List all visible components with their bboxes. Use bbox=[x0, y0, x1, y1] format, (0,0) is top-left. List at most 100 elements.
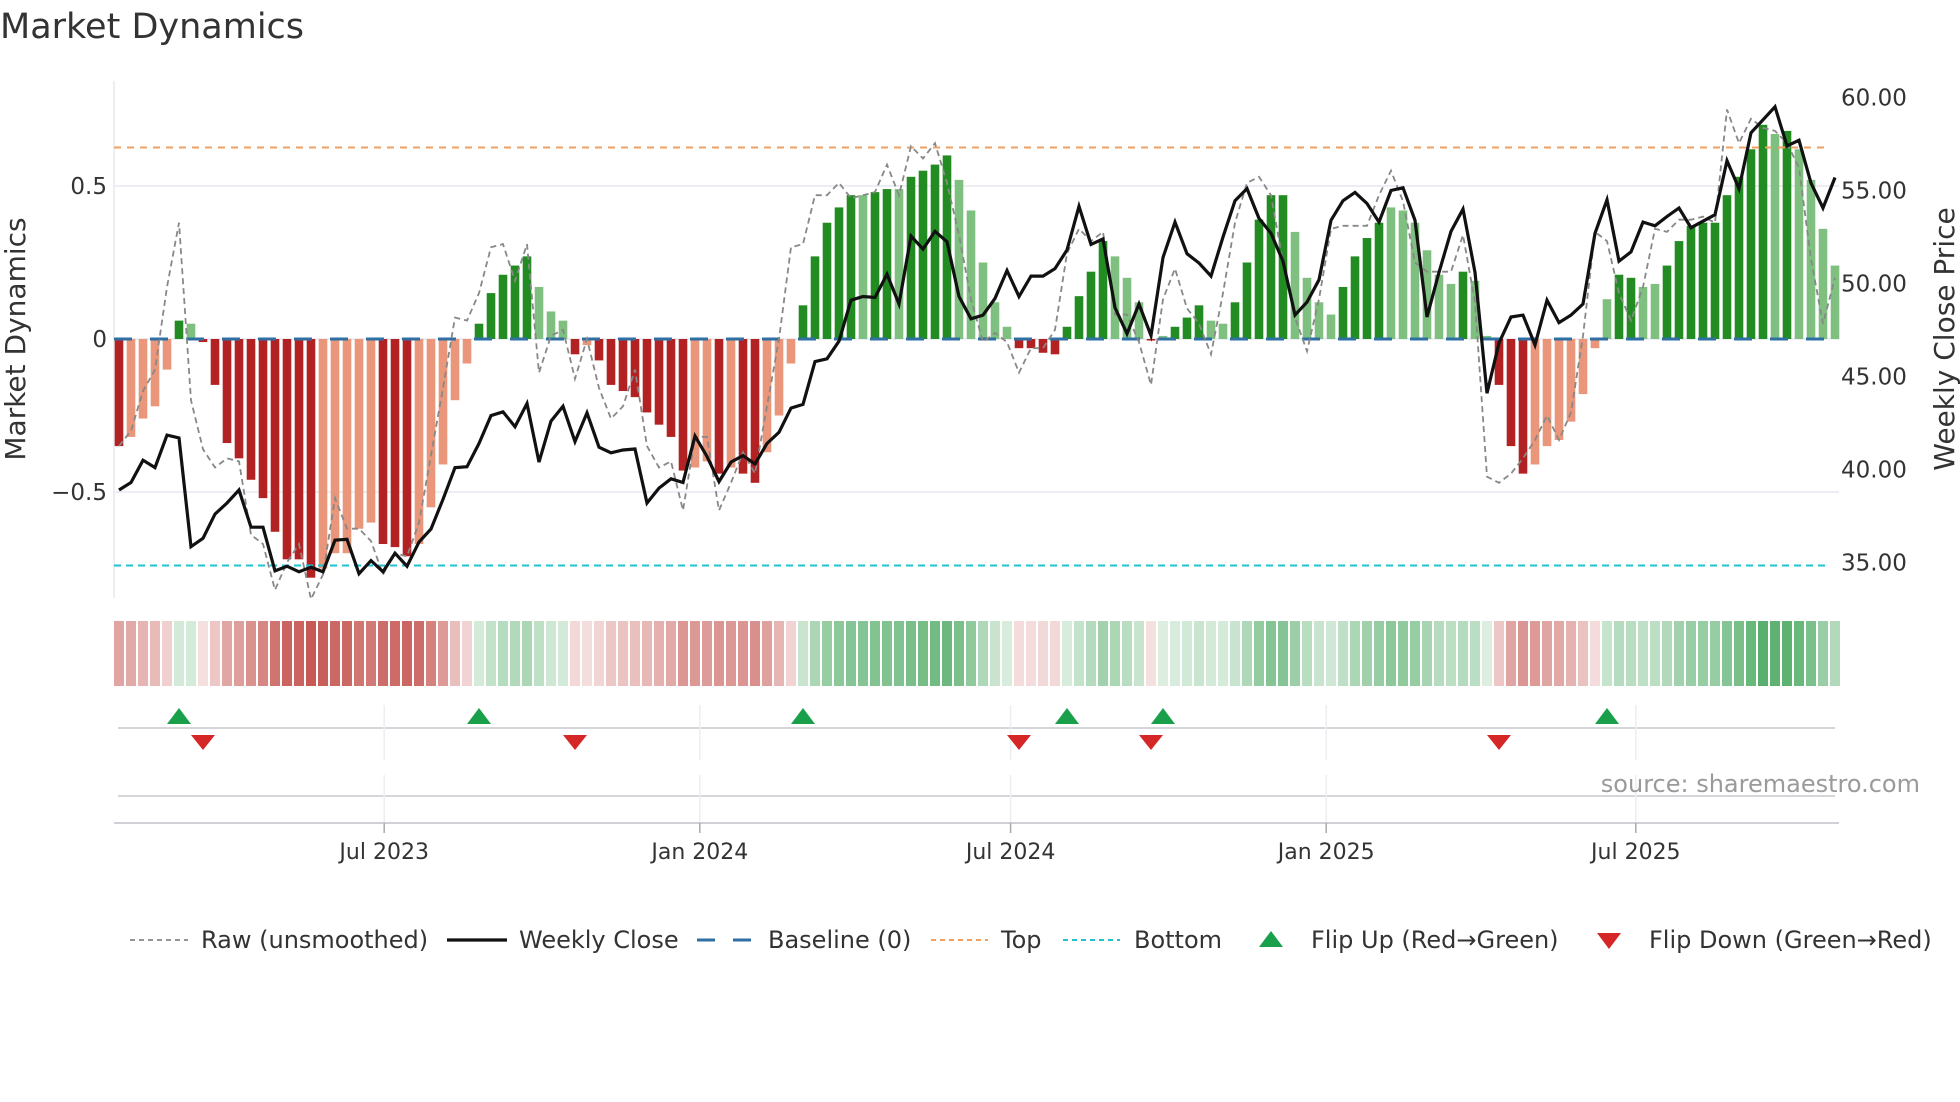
momentum-bar bbox=[1362, 238, 1372, 339]
momentum-bar bbox=[594, 339, 604, 361]
momentum-bar bbox=[1686, 225, 1696, 339]
heat-cell bbox=[1578, 621, 1588, 686]
momentum-bar bbox=[150, 339, 160, 407]
heat-cell bbox=[1698, 621, 1708, 686]
momentum-bars bbox=[114, 124, 1840, 578]
momentum-bar bbox=[978, 262, 988, 339]
heat-cell bbox=[822, 621, 832, 686]
heat-cell bbox=[402, 621, 412, 686]
heat-cell bbox=[762, 621, 772, 686]
heat-cell bbox=[1098, 621, 1108, 686]
heat-cell bbox=[438, 621, 448, 686]
heat-cell bbox=[450, 621, 460, 686]
heat-cell bbox=[126, 621, 136, 686]
heat-cell bbox=[150, 621, 160, 686]
flip-up-marker bbox=[1595, 708, 1619, 724]
heat-cell bbox=[798, 621, 808, 686]
momentum-bar bbox=[1782, 130, 1792, 339]
momentum-bar bbox=[858, 195, 868, 339]
right-tick-label: 60.00 bbox=[1841, 86, 1907, 112]
flip-down-marker bbox=[563, 735, 587, 750]
legend-label-close: Weekly Close bbox=[519, 926, 679, 954]
momentum-bar bbox=[114, 339, 124, 447]
momentum-bar bbox=[1602, 299, 1612, 339]
left-tick-label: −0.5 bbox=[51, 480, 107, 506]
momentum-bar bbox=[642, 339, 652, 413]
momentum-bar bbox=[1458, 271, 1468, 339]
momentum-bar bbox=[210, 339, 220, 385]
heat-cell bbox=[1302, 621, 1312, 686]
heat-cell bbox=[162, 621, 172, 686]
heat-cell bbox=[858, 621, 868, 686]
momentum-bar bbox=[342, 339, 352, 554]
momentum-bar bbox=[1806, 179, 1816, 339]
momentum-bar bbox=[354, 339, 364, 529]
heat-cell bbox=[486, 621, 496, 686]
heat-cell bbox=[222, 621, 232, 686]
heat-cell bbox=[270, 621, 280, 686]
legend-flip-up-icon bbox=[1259, 931, 1283, 947]
heat-cell bbox=[642, 621, 652, 686]
heat-cell bbox=[1470, 621, 1480, 686]
momentum-bar bbox=[1722, 195, 1732, 339]
heat-cell bbox=[378, 621, 388, 686]
momentum-bar bbox=[1506, 339, 1516, 447]
chart-title: Market Dynamics bbox=[0, 7, 304, 47]
legend-label-baseline: Baseline (0) bbox=[768, 926, 911, 954]
momentum-bar bbox=[1194, 305, 1204, 339]
heat-cell bbox=[1686, 621, 1696, 686]
heat-cell bbox=[918, 621, 928, 686]
momentum-bar bbox=[1626, 277, 1636, 339]
heat-cell bbox=[366, 621, 376, 686]
heat-cell bbox=[594, 621, 604, 686]
momentum-bar bbox=[654, 339, 664, 425]
momentum-bar bbox=[510, 265, 520, 339]
momentum-bar bbox=[1218, 323, 1228, 339]
heat-cell bbox=[606, 621, 616, 686]
heat-cell bbox=[834, 621, 844, 686]
momentum-bar bbox=[450, 339, 460, 401]
heat-cell bbox=[546, 621, 556, 686]
heat-cell bbox=[906, 621, 916, 686]
heat-cell bbox=[1254, 621, 1264, 686]
heat-cell bbox=[1758, 621, 1768, 686]
momentum-bar bbox=[1662, 265, 1672, 339]
heat-cell bbox=[1386, 621, 1396, 686]
heat-cell bbox=[1770, 621, 1780, 686]
heat-cell bbox=[666, 621, 676, 686]
momentum-bar bbox=[762, 339, 772, 453]
heat-cell bbox=[462, 621, 472, 686]
momentum-bar bbox=[702, 339, 712, 462]
x-tick-label: Jul 2024 bbox=[964, 840, 1056, 865]
heat-cell bbox=[570, 621, 580, 686]
momentum-bar bbox=[570, 339, 580, 355]
momentum-bar bbox=[822, 222, 832, 339]
heat-cell bbox=[1422, 621, 1432, 686]
flip-up-marker bbox=[1151, 708, 1175, 724]
series-lines bbox=[118, 103, 1837, 602]
heat-cell bbox=[1374, 621, 1384, 686]
heat-cell bbox=[1446, 621, 1456, 686]
heat-cell bbox=[330, 621, 340, 686]
x-tick-label: Jan 2024 bbox=[649, 840, 748, 865]
heat-cell bbox=[942, 621, 952, 686]
heat-cell bbox=[1002, 621, 1012, 686]
heat-cell bbox=[1158, 621, 1168, 686]
momentum-bar bbox=[1794, 149, 1804, 339]
momentum-bar bbox=[1290, 231, 1300, 339]
momentum-bar bbox=[954, 179, 964, 339]
momentum-bar bbox=[462, 339, 472, 364]
momentum-bar bbox=[498, 274, 508, 339]
heat-cell bbox=[786, 621, 796, 686]
momentum-bar bbox=[1182, 317, 1192, 339]
heat-cell bbox=[1818, 621, 1828, 686]
momentum-bar bbox=[714, 339, 724, 474]
heat-cell bbox=[870, 621, 880, 686]
momentum-bar bbox=[1650, 283, 1660, 339]
momentum-bar bbox=[1386, 207, 1396, 339]
momentum-bar bbox=[1830, 265, 1840, 339]
heat-cell bbox=[1674, 621, 1684, 686]
heat-cell bbox=[1734, 621, 1744, 686]
momentum-bar bbox=[402, 339, 412, 557]
flip-down-marker bbox=[191, 735, 215, 750]
